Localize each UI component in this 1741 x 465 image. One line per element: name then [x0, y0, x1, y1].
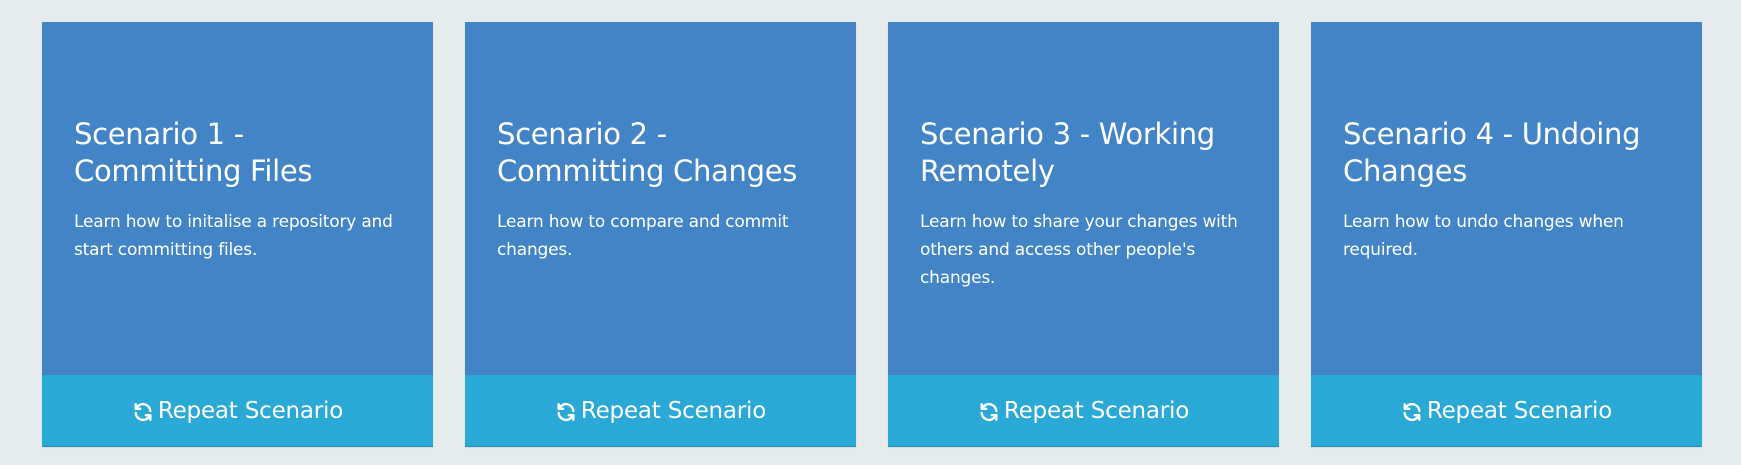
repeat-scenario-button-2[interactable]: Repeat Scenario — [465, 375, 856, 447]
scenario-card-1: Scenario 1 - Committing Files Learn how … — [42, 22, 433, 447]
scenario-title: Scenario 4 - Undoing Changes — [1343, 117, 1641, 188]
scenario-description: Learn how to initalise a repository and … — [74, 212, 393, 260]
scenario-card-list: Scenario 1 - Committing Files Learn how … — [42, 22, 1702, 447]
scenario-card-body: Scenario 1 - Committing Files Learn how … — [74, 116, 405, 264]
refresh-icon — [978, 401, 1000, 423]
repeat-scenario-button-1[interactable]: Repeat Scenario — [42, 375, 433, 447]
scenario-card-body: Scenario 4 - Undoing Changes Learn how t… — [1343, 116, 1674, 264]
scenario-title: Scenario 1 - Committing Files — [74, 117, 313, 188]
refresh-icon — [132, 401, 154, 423]
scenario-card-3: Scenario 3 - Working Remotely Learn how … — [888, 22, 1279, 447]
scenario-description: Learn how to share your changes with oth… — [920, 212, 1238, 288]
repeat-scenario-button-3[interactable]: Repeat Scenario — [888, 375, 1279, 447]
scenario-card-2: Scenario 2 - Committing Changes Learn ho… — [465, 22, 856, 447]
scenario-card-4: Scenario 4 - Undoing Changes Learn how t… — [1311, 22, 1702, 447]
repeat-scenario-label: Repeat Scenario — [157, 397, 344, 424]
scenario-description: Learn how to undo changes when required. — [1343, 212, 1624, 260]
scenario-card-body: Scenario 2 - Committing Changes Learn ho… — [497, 116, 828, 264]
scenario-card-body: Scenario 3 - Working Remotely Learn how … — [920, 116, 1251, 292]
refresh-icon — [555, 401, 577, 423]
repeat-scenario-label: Repeat Scenario — [1426, 397, 1613, 424]
scenario-title: Scenario 2 - Committing Changes — [497, 117, 798, 188]
scenario-title: Scenario 3 - Working Remotely — [920, 117, 1215, 188]
scenario-description: Learn how to compare and commit changes. — [497, 212, 789, 260]
repeat-scenario-button-4[interactable]: Repeat Scenario — [1311, 375, 1702, 447]
repeat-scenario-label: Repeat Scenario — [1003, 397, 1190, 424]
repeat-scenario-label: Repeat Scenario — [580, 397, 767, 424]
refresh-icon — [1401, 401, 1423, 423]
